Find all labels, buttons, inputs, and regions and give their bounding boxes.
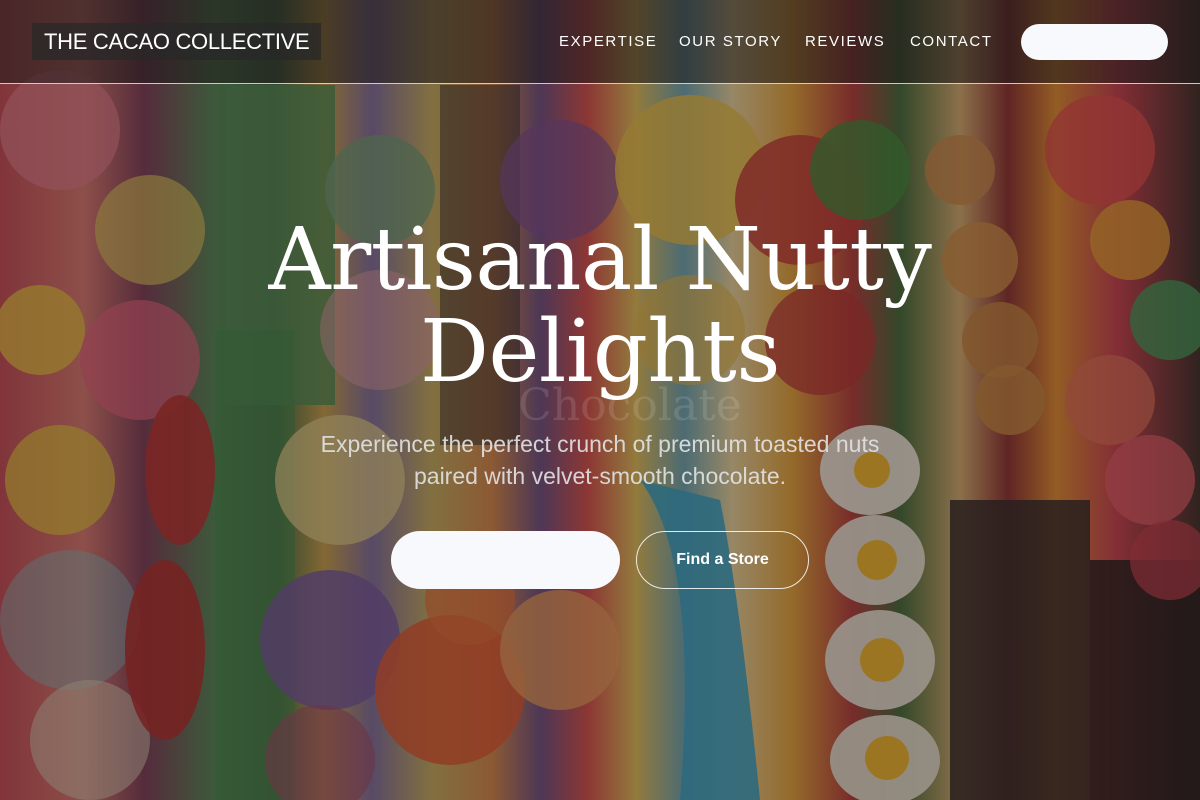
- nav-link-contact[interactable]: CONTACT: [910, 33, 993, 50]
- hero-title-line-2: Delights: [420, 302, 781, 402]
- hero-subtitle: Experience the perfect crunch of premium…: [250, 428, 950, 492]
- hero-primary-button[interactable]: [391, 531, 620, 589]
- nav-link-our-story[interactable]: OUR STORY: [679, 33, 782, 50]
- top-navigation-bar: THE CACAO COLLECTIVE EXPERTISE OUR STORY…: [0, 0, 1200, 84]
- brand-logo[interactable]: THE CACAO COLLECTIVE: [32, 23, 322, 60]
- hero-title: Artisanal Nutty Delights: [150, 214, 1050, 398]
- hero-subtitle-line-2: paired with velvet-smooth chocolate.: [413, 463, 787, 489]
- nav-link-reviews[interactable]: REVIEWS: [805, 33, 885, 50]
- hero-title-line-1: Artisanal Nutty: [268, 210, 932, 310]
- hero-subtitle-line-1: Experience the perfect crunch of premium…: [320, 431, 880, 457]
- header-cta-button[interactable]: [1021, 24, 1168, 60]
- find-a-store-button[interactable]: Find a Store: [636, 531, 809, 589]
- nav-link-expertise[interactable]: EXPERTISE: [559, 33, 657, 50]
